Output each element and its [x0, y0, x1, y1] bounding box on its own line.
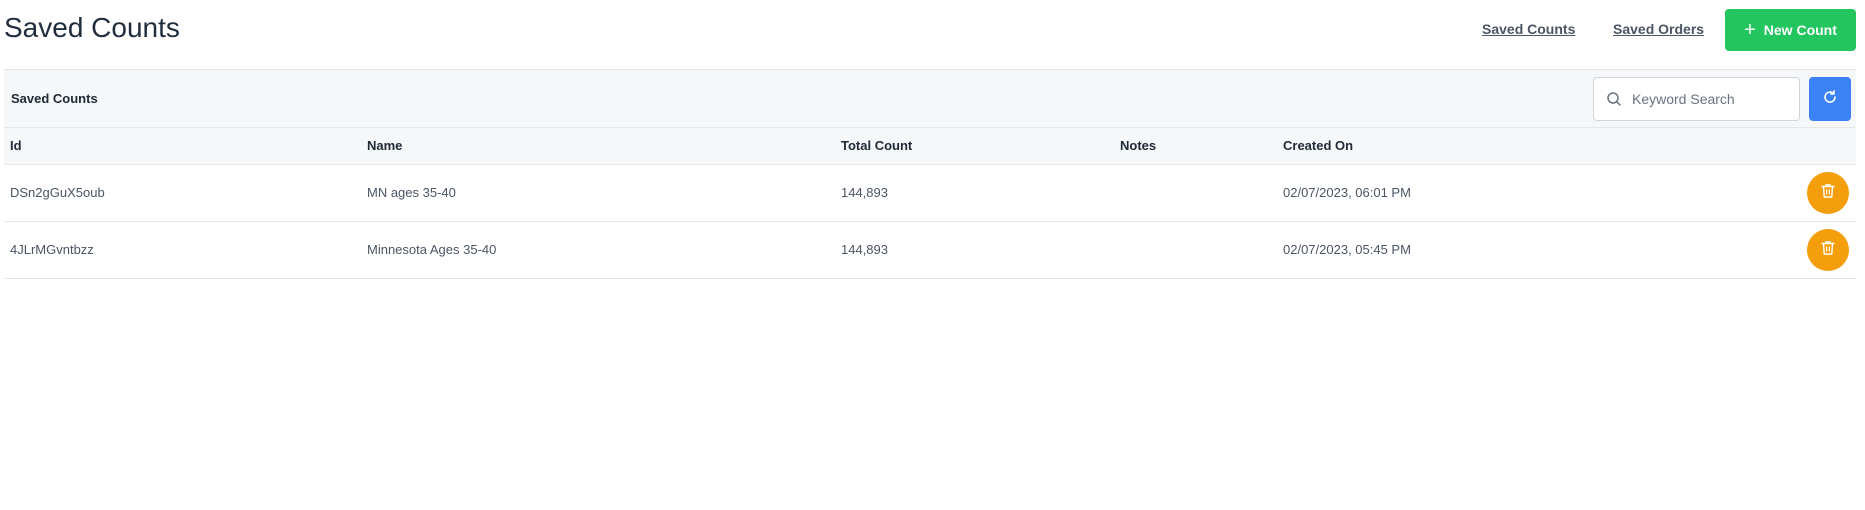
- cell-id: 4JLrMGvntbzz: [4, 221, 361, 279]
- refresh-button[interactable]: [1809, 77, 1851, 121]
- search-box: [1593, 77, 1800, 121]
- column-header-created-on[interactable]: Created On: [1277, 128, 1757, 165]
- cell-created-on: 02/07/2023, 05:45 PM: [1277, 221, 1757, 279]
- page-title: Saved Counts: [4, 12, 180, 43]
- saved-counts-table: Id Name Total Count Notes Created On DSn…: [4, 128, 1856, 279]
- column-header-actions: [1757, 128, 1856, 165]
- plus-icon: +: [1744, 19, 1756, 41]
- cell-name: Minnesota Ages 35-40: [361, 221, 835, 279]
- column-header-name[interactable]: Name: [361, 128, 835, 165]
- trash-icon: [1821, 183, 1835, 202]
- delete-button[interactable]: [1807, 228, 1849, 271]
- column-header-notes[interactable]: Notes: [1114, 128, 1277, 165]
- saved-counts-card: Saved Counts Keyword Search Id Name Tota…: [4, 69, 1856, 279]
- column-header-id[interactable]: Id: [4, 128, 361, 165]
- cell-id: DSn2gGuX5oub: [4, 164, 361, 222]
- cell-notes: [1114, 164, 1277, 222]
- table-row: 4JLrMGvntbzz Minnesota Ages 35-40 144,89…: [4, 221, 1856, 279]
- new-count-button[interactable]: + New Count: [1725, 9, 1856, 51]
- delete-button[interactable]: [1807, 171, 1849, 214]
- table-header-row: Id Name Total Count Notes Created On: [4, 128, 1856, 165]
- cell-actions: [1757, 164, 1856, 222]
- search-icon: [1598, 91, 1630, 107]
- cell-actions: [1757, 221, 1856, 279]
- cell-notes: [1114, 221, 1277, 279]
- nav-link-saved-orders[interactable]: Saved Orders: [1613, 21, 1704, 37]
- cell-name: MN ages 35-40: [361, 164, 835, 222]
- column-header-total-count[interactable]: Total Count: [835, 128, 1114, 165]
- cell-total-count: 144,893: [835, 164, 1114, 222]
- trash-icon: [1821, 240, 1835, 259]
- saved-counts-page: Saved Counts Saved Counts Saved Orders +…: [0, 0, 1865, 510]
- table-row: DSn2gGuX5oub MN ages 35-40 144,893 02/07…: [4, 164, 1856, 222]
- nav-link-saved-counts[interactable]: Saved Counts: [1482, 21, 1575, 37]
- keyword-search-input[interactable]: [1630, 90, 1790, 108]
- new-count-label: New Count: [1763, 22, 1837, 38]
- card-header: Saved Counts: [4, 70, 1856, 128]
- card-title: Saved Counts: [11, 91, 98, 106]
- cell-total-count: 144,893: [835, 221, 1114, 279]
- page-header: Saved Counts Saved Counts Saved Orders +…: [0, 0, 1865, 70]
- refresh-icon: [1822, 89, 1838, 110]
- cell-created-on: 02/07/2023, 06:01 PM: [1277, 164, 1757, 222]
